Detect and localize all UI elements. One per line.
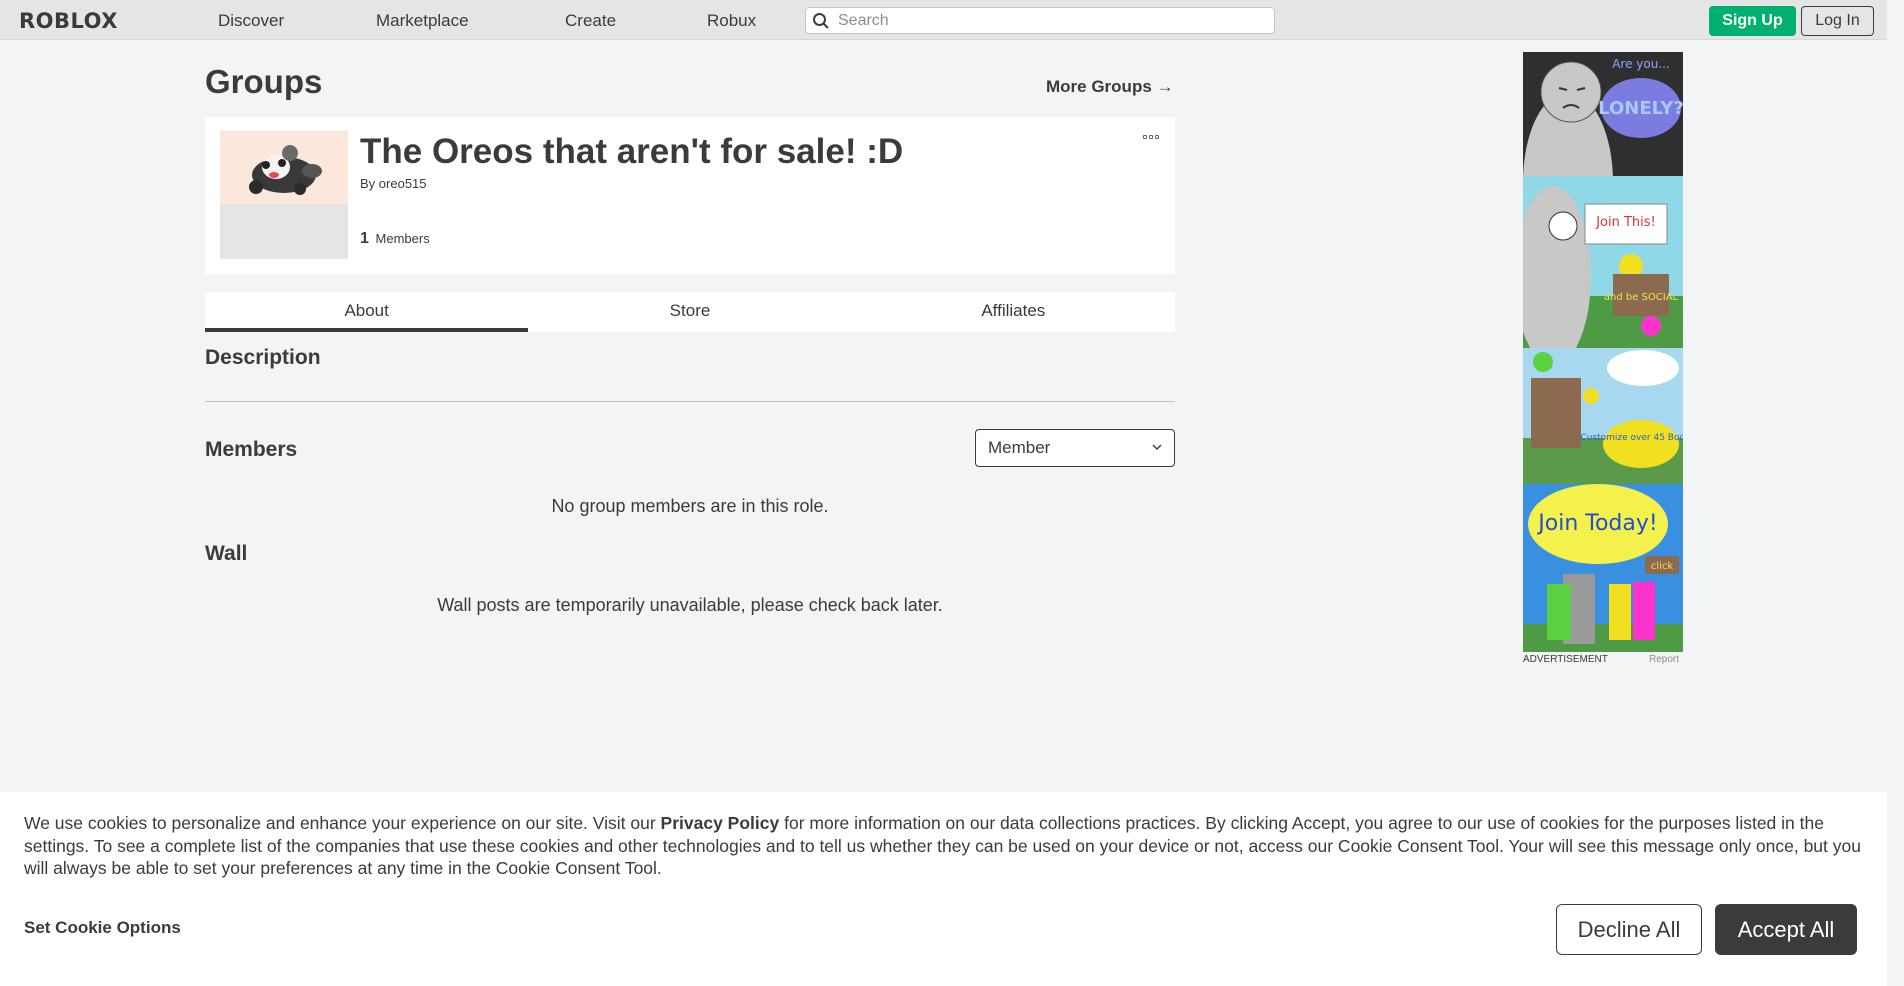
search-icon xyxy=(813,13,829,29)
wall-unavailable-message: Wall posts are temporarily unavailable, … xyxy=(437,595,943,615)
nav-marketplace-link[interactable]: Marketplace xyxy=(376,11,469,31)
advertisement-banner[interactable]: Are you... LONELY? Join This! and be SOC… xyxy=(1523,52,1683,652)
decline-all-button[interactable]: Decline All xyxy=(1556,904,1702,955)
tab-about[interactable]: About xyxy=(205,292,529,332)
group-name: The Oreos that aren't for sale! :D xyxy=(360,132,904,171)
tab-store[interactable]: Store xyxy=(528,292,851,332)
more-groups-link[interactable]: More Groups → xyxy=(1046,77,1174,97)
group-owner-by-label: By xyxy=(360,176,376,191)
ad-text-be-social: and be SOCIAL xyxy=(1604,292,1679,303)
group-emblem-image xyxy=(220,131,348,204)
cookie-text-before: We use cookies to personalize and enhanc… xyxy=(24,813,661,833)
group-emblem xyxy=(220,131,348,259)
search-input[interactable] xyxy=(838,10,1268,31)
set-cookie-options-link[interactable]: Set Cookie Options xyxy=(24,918,181,938)
member-count: 1 Members xyxy=(360,230,430,248)
role-dropdown-value: Member xyxy=(988,438,1051,457)
description-heading: Description xyxy=(205,346,321,369)
ad-panel-customize: Customize over 45 Bodies! xyxy=(1523,348,1683,484)
log-in-button[interactable]: Log In xyxy=(1801,6,1874,36)
ad-panel-lonely: Are you... LONELY? xyxy=(1523,52,1683,176)
member-count-label: Members xyxy=(375,231,430,246)
advertisement-label: ADVERTISEMENT xyxy=(1523,654,1608,665)
ad-text-join-this: Join This! xyxy=(1595,215,1656,230)
more-options-icon[interactable] xyxy=(1143,135,1159,139)
nav-robux-link[interactable]: Robux xyxy=(707,11,756,31)
search-box xyxy=(805,7,1275,34)
nav-create-link[interactable]: Create xyxy=(565,11,616,31)
ad-panel-join-today: Join Today! click xyxy=(1523,484,1683,652)
cookie-message: We use cookies to personalize and enhanc… xyxy=(24,812,1869,880)
role-dropdown[interactable]: Member xyxy=(975,429,1175,467)
sign-up-button[interactable]: Sign Up xyxy=(1709,6,1796,36)
members-heading: Members xyxy=(205,438,298,461)
page-title: Groups xyxy=(205,63,323,100)
ad-text-customize: Customize over 45 Bodies! xyxy=(1580,433,1683,443)
group-header-card: The Oreos that aren't for sale! :D By or… xyxy=(205,117,1175,274)
group-owner-link[interactable]: oreo515 xyxy=(379,176,427,191)
ad-text-click: click xyxy=(1651,561,1674,572)
section-divider xyxy=(205,401,1175,402)
no-members-message: No group members are in this role. xyxy=(551,496,829,516)
ad-text-join-today: Join Today! xyxy=(1536,511,1657,536)
report-ad-link[interactable]: Report xyxy=(1649,654,1679,665)
privacy-policy-link[interactable]: Privacy Policy xyxy=(661,813,780,833)
nav-discover-link[interactable]: Discover xyxy=(218,11,284,31)
roblox-logo[interactable]: ROBLOX xyxy=(19,9,118,33)
group-tabs: About Store Affiliates xyxy=(205,292,1175,332)
accept-all-button[interactable]: Accept All xyxy=(1715,904,1857,955)
top-navigation-bar: ROBLOX Discover Marketplace Create Robux… xyxy=(0,0,1887,40)
cookie-consent-banner: We use cookies to personalize and enhanc… xyxy=(0,792,1887,986)
tab-affiliates[interactable]: Affiliates xyxy=(852,292,1175,332)
wall-heading: Wall xyxy=(205,542,248,565)
ad-text-are-you: Are you... xyxy=(1612,57,1670,71)
chevron-down-icon xyxy=(1152,444,1162,450)
member-count-number: 1 xyxy=(360,230,369,247)
ad-panel-join-this: Join This! and be SOCIAL xyxy=(1523,176,1683,348)
group-owner: By oreo515 xyxy=(360,176,427,191)
ad-text-lonely: LONELY? xyxy=(1598,98,1683,119)
